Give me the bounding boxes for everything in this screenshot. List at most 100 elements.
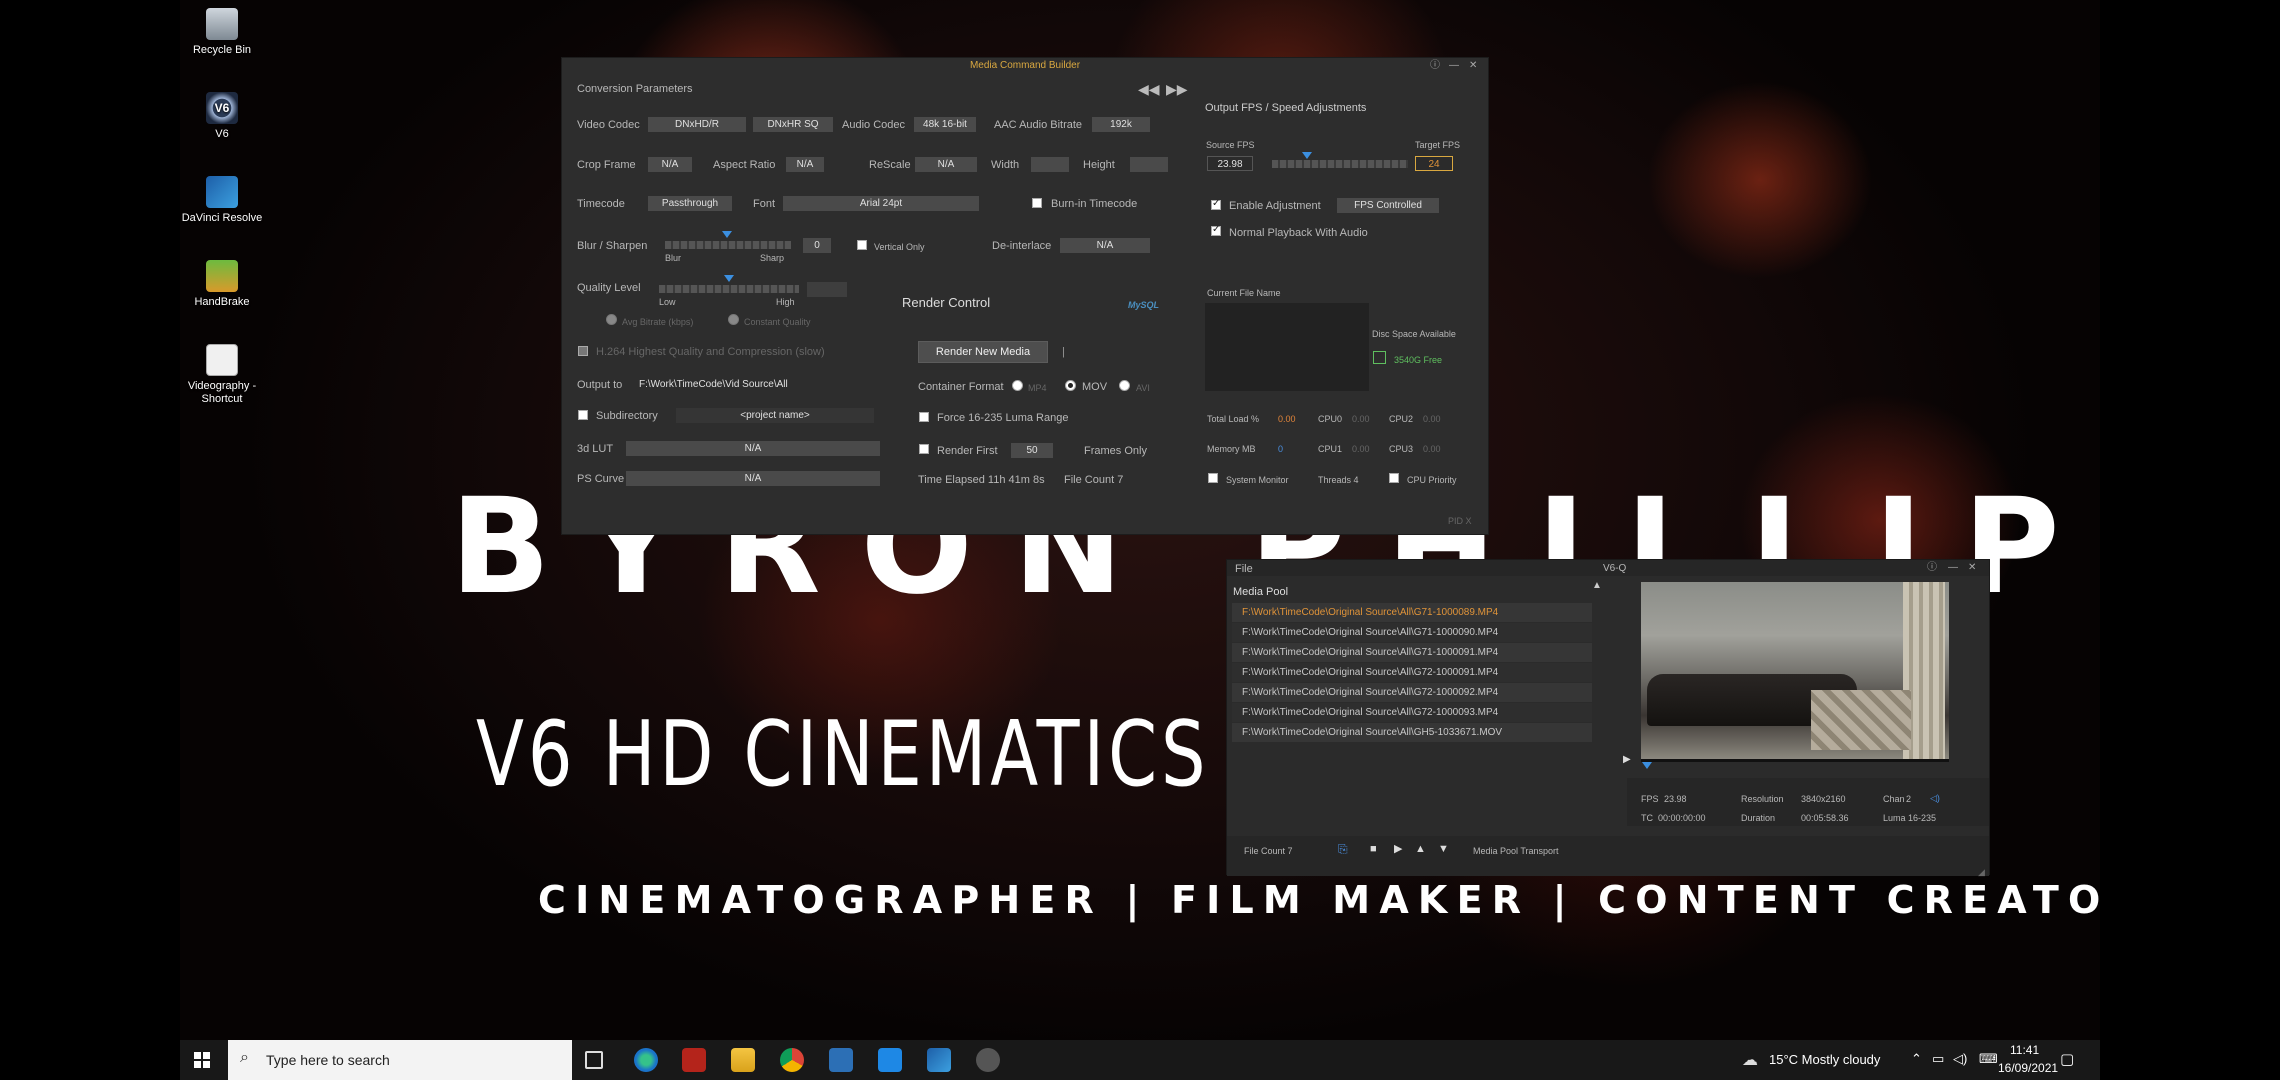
deinterlace-select[interactable]: N/A (1060, 238, 1150, 253)
clock-time[interactable]: 11:41 (2010, 1043, 2039, 1057)
scroll-up-icon[interactable]: ▲ (1592, 579, 1602, 593)
edge-browser-icon[interactable] (634, 1048, 658, 1072)
quality-value[interactable] (807, 282, 847, 297)
aac-bitrate-select[interactable]: 192k (1092, 117, 1150, 132)
window-title: Media Command Builder (969, 60, 1081, 71)
blur-sharpen-slider[interactable] (665, 241, 791, 249)
container-mov-radio[interactable] (1065, 380, 1076, 391)
quality-level-slider[interactable] (659, 285, 799, 293)
network-icon[interactable]: ▭ (1932, 1051, 1944, 1067)
media-pool-item[interactable]: F:\Work\TimeCode\Original Source\All\G71… (1232, 603, 1592, 622)
desktop-icon-davinci-resolve[interactable]: DaVinci Resolve (180, 176, 264, 225)
previous-arrow-icon[interactable]: ◀◀ (1138, 82, 1160, 96)
v6-taskbar-icon[interactable] (976, 1048, 1000, 1072)
video-codec-select[interactable]: DNxHD/R (648, 117, 746, 132)
task-view-icon[interactable] (585, 1051, 603, 1069)
keyboard-icon[interactable]: ⌨ (1979, 1051, 1998, 1067)
filezilla-icon[interactable] (682, 1048, 706, 1072)
system-monitor-checkbox[interactable] (1208, 473, 1218, 483)
crop-frame-select[interactable]: N/A (648, 157, 692, 172)
file-explorer-icon[interactable] (731, 1048, 755, 1072)
next-arrow-icon[interactable]: ▶▶ (1166, 82, 1188, 96)
mysql-logo: MySQL (1128, 300, 1160, 310)
desktop-icon-videography-shortcut[interactable]: Videography - Shortcut (180, 344, 264, 406)
volume-icon[interactable]: ◁) (1953, 1051, 1967, 1067)
output-path-field[interactable]: F:\Work\TimeCode\Vid Source\All (635, 377, 875, 392)
render-first-checkbox[interactable] (919, 444, 929, 454)
move-up-icon[interactable]: ▲ (1415, 842, 1426, 856)
play-icon[interactable]: ▶ (1623, 753, 1631, 767)
desktop-icon-handbrake[interactable]: HandBrake (180, 260, 264, 309)
h264-highest-quality-checkbox[interactable] (578, 346, 588, 356)
subdirectory-checkbox[interactable] (578, 410, 588, 420)
fps-slider[interactable] (1272, 160, 1408, 168)
folder-open-icon[interactable]: ⎘ (1338, 842, 1348, 856)
davinci-resolve-taskbar-icon[interactable] (927, 1048, 951, 1072)
audio-codec-label: Audio Codec (842, 119, 905, 131)
enable-adjustment-checkbox[interactable] (1211, 198, 1221, 210)
avg-bitrate-radio[interactable] (606, 314, 617, 325)
chrome-icon[interactable] (780, 1048, 804, 1072)
blur-sharpen-value[interactable]: 0 (803, 238, 831, 253)
media-pool-item[interactable]: F:\Work\TimeCode\Original Source\All\G72… (1232, 663, 1592, 682)
minimize-button[interactable]: — (1449, 60, 1459, 72)
quality-level-slider-thumb[interactable] (724, 275, 734, 282)
fps-controlled-select[interactable]: FPS Controlled (1337, 198, 1439, 213)
3d-lut-select[interactable]: N/A (626, 441, 880, 456)
burn-in-timecode-checkbox[interactable] (1032, 198, 1042, 208)
weather-text[interactable]: 15°C Mostly cloudy (1769, 1052, 1880, 1067)
weather-cloud-icon[interactable]: ☁ (1742, 1050, 1758, 1070)
audio-speaker-icon[interactable]: ◁) (1930, 791, 1940, 805)
target-fps-field[interactable]: 24 (1415, 156, 1453, 171)
mail-icon[interactable] (878, 1048, 902, 1072)
aspect-ratio-select[interactable]: N/A (786, 157, 824, 172)
constant-quality-radio[interactable] (728, 314, 739, 325)
store-icon[interactable] (829, 1048, 853, 1072)
container-avi-radio[interactable] (1119, 380, 1130, 391)
cpu-priority-checkbox[interactable] (1389, 473, 1399, 483)
container-mp4-radio[interactable] (1012, 380, 1023, 391)
width-input[interactable] (1031, 157, 1069, 172)
windows-start-icon[interactable] (194, 1052, 210, 1068)
normal-playback-checkbox[interactable] (1211, 224, 1221, 236)
timecode-select[interactable]: Passthrough (648, 196, 732, 211)
fps-slider-thumb[interactable] (1302, 152, 1312, 159)
notifications-icon[interactable]: ▢ (2060, 1050, 2074, 1068)
desktop-icon-recycle-bin[interactable]: Recycle Bin (180, 8, 264, 57)
move-down-icon[interactable]: ▼ (1438, 842, 1449, 856)
clock-date[interactable]: 16/09/2021 (1998, 1061, 2058, 1075)
force-luma-checkbox[interactable] (919, 412, 929, 422)
audio-codec-select[interactable]: 48k 16-bit (914, 117, 976, 132)
taskbar-search-box[interactable]: ⌕ Type here to search (228, 1040, 572, 1080)
vertical-only-checkbox[interactable] (857, 240, 867, 250)
close-button[interactable]: ✕ (1469, 60, 1477, 72)
chevron-up-icon[interactable]: ⌃ (1911, 1051, 1922, 1067)
font-select[interactable]: Arial 24pt (783, 196, 979, 211)
media-pool-item[interactable]: F:\Work\TimeCode\Original Source\All\G71… (1232, 643, 1592, 662)
render-first-frames-input[interactable]: 50 (1011, 443, 1053, 458)
play-icon[interactable]: ▶ (1394, 842, 1402, 856)
source-fps-field[interactable]: 23.98 (1207, 156, 1253, 171)
render-new-media-button[interactable]: Render New Media (918, 341, 1048, 363)
media-pool-item[interactable]: F:\Work\TimeCode\Original Source\All\G71… (1232, 623, 1592, 642)
minimize-button[interactable]: — (1948, 562, 1958, 574)
media-pool-item[interactable]: F:\Work\TimeCode\Original Source\All\GH5… (1232, 723, 1592, 742)
info-icon[interactable]: ⓘ (1430, 60, 1440, 72)
rescale-select[interactable]: N/A (915, 157, 977, 172)
resize-grip-icon[interactable]: ◢ (1978, 865, 1985, 879)
timeline-bar[interactable] (1641, 759, 1949, 762)
media-pool-item[interactable]: F:\Work\TimeCode\Original Source\All\G72… (1232, 703, 1592, 722)
height-input[interactable] (1130, 157, 1168, 172)
stop-icon[interactable]: ■ (1370, 842, 1377, 856)
media-pool-item[interactable]: F:\Work\TimeCode\Original Source\All\G72… (1232, 683, 1592, 702)
subdirectory-field[interactable]: <project name> (676, 408, 874, 423)
timeline-playhead[interactable] (1642, 762, 1652, 769)
video-preview[interactable] (1641, 582, 1949, 760)
file-menu[interactable]: File (1235, 562, 1253, 576)
video-codec-profile-select[interactable]: DNxHR SQ (753, 117, 833, 132)
info-icon[interactable]: ⓘ (1927, 562, 1937, 574)
blur-sharpen-slider-thumb[interactable] (722, 231, 732, 238)
ps-curve-select[interactable]: N/A (626, 471, 880, 486)
close-button[interactable]: ✕ (1968, 562, 1976, 574)
desktop-icon-v6[interactable]: V6 V6 (180, 92, 264, 141)
